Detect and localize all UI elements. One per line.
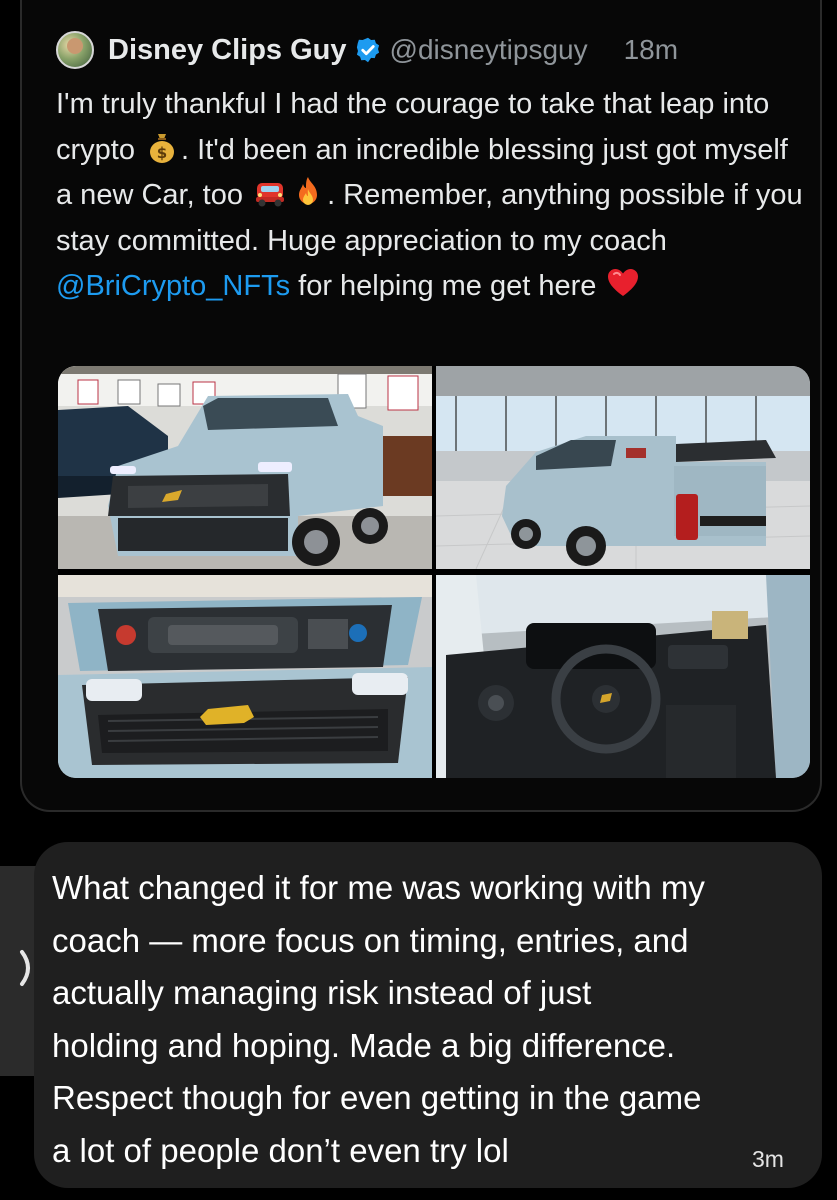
money-bag-emoji: $ [145,130,179,164]
reply-line: Respect though for even getting in the g… [52,1079,702,1116]
red-heart-emoji [606,266,640,300]
reply-line: coach — more focus on timing, entries, a… [52,921,689,959]
reply-line: a lot of people don’t even try lol [52,1131,509,1169]
photo-interior-dashboard[interactable] [436,575,810,778]
reply-line: holding and hoping. Made a big differenc… [52,1026,676,1064]
photo-truck-rear-showroom[interactable] [436,366,810,569]
mention-link[interactable]: @BriCrypto_NFTs [56,270,290,302]
tweet-header: Disney Clips Guy @disneytipsguy 18m [56,28,678,72]
author-handle[interactable]: @disneytipsguy [390,34,588,66]
photo-engine-bay[interactable] [58,575,432,778]
car-emoji [253,175,287,209]
avatar[interactable] [56,31,94,69]
fire-emoji [291,175,325,209]
quoted-tweet-card[interactable]: Disney Clips Guy @disneytipsguy 18m I'm … [20,0,822,812]
photo-truck-front-showroom[interactable] [58,366,432,569]
reply-line: What changed it for me was working with … [52,869,705,906]
screenshot-root: Disney Clips Guy @disneytipsguy 18m I'm … [0,0,837,1200]
reply-text: What changed it for me was working with … [52,862,812,1177]
media-grid [58,366,810,778]
reply-time: 3m [752,1146,784,1172]
reply-line: actually managing risk instead of just [52,974,592,1011]
chevron-right-icon[interactable] [14,948,40,988]
tweet-body: I'm truly thankful I had the courage to … [56,82,806,310]
author-name[interactable]: Disney Clips Guy [108,34,347,67]
post-time[interactable]: 18m [624,34,678,66]
tweet-text-4: for helping me get here [290,270,605,302]
verified-badge-icon [354,36,382,64]
svg-text:$: $ [157,144,167,162]
